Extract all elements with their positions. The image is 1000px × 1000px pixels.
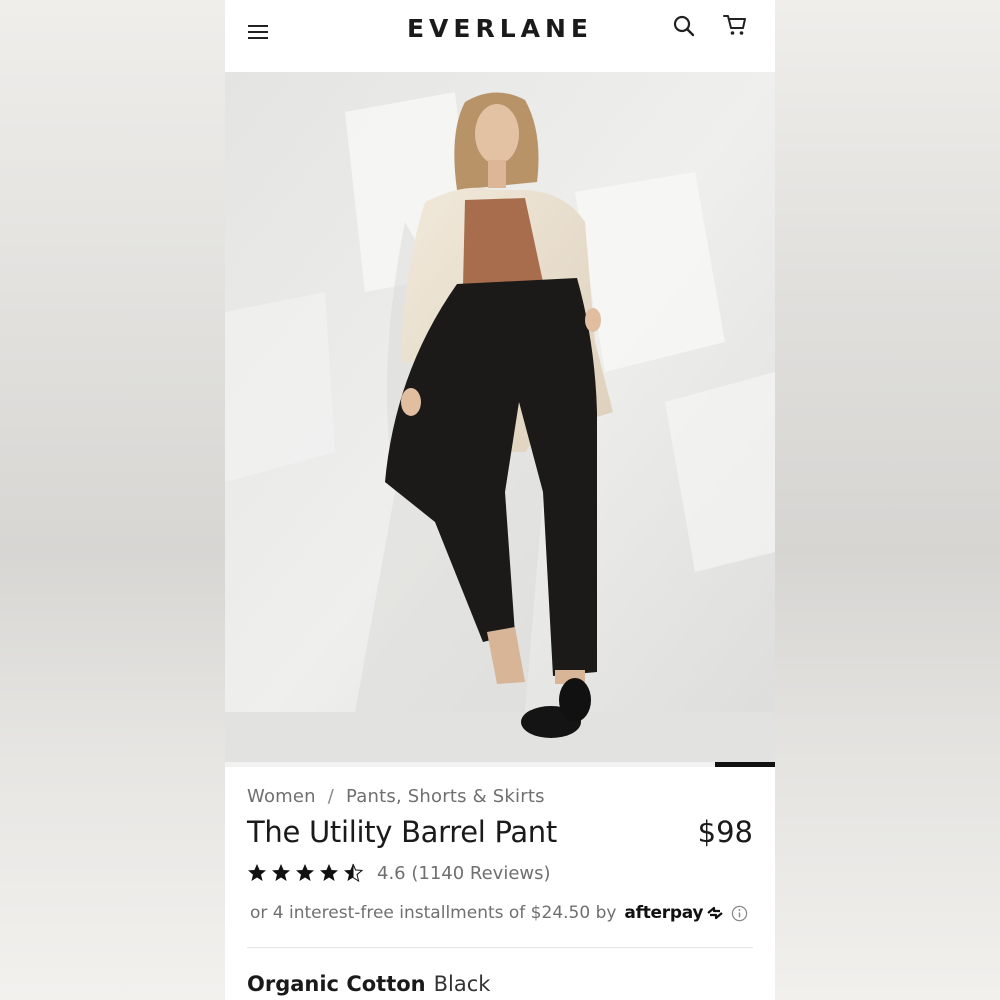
material-row: Organic Cotton Black <box>247 972 490 996</box>
star-icon <box>320 864 338 881</box>
star-rating <box>247 863 363 883</box>
breadcrumb-separator: / <box>327 786 335 807</box>
breadcrumb: Women / Pants, Shorts & Skirts <box>247 786 545 807</box>
product-image[interactable] <box>225 72 775 762</box>
rating-summary[interactable]: 4.6 (1140 Reviews) <box>377 863 551 884</box>
installments-row: or 4 interest-free installments of $24.5… <box>250 903 748 923</box>
breadcrumb-pants-shorts-skirts[interactable]: Pants, Shorts & Skirts <box>346 786 545 807</box>
product-info: Women / Pants, Shorts & Skirts The Utility… <box>225 767 775 1000</box>
star-icon <box>248 864 266 881</box>
afterpay-arrow-icon <box>707 906 723 920</box>
search-icon[interactable] <box>672 14 696 38</box>
cart-icon[interactable] <box>722 12 748 38</box>
page-backdrop-right <box>775 0 1000 1000</box>
material-label: Organic Cotton <box>247 972 426 996</box>
info-icon[interactable] <box>731 905 748 922</box>
selected-color: Black <box>433 972 491 996</box>
star-icon <box>272 864 290 881</box>
product-price: $98 <box>697 815 753 849</box>
breadcrumb-women[interactable]: Women <box>247 786 316 807</box>
divider <box>247 947 753 948</box>
product-title: The Utility Barrel Pant <box>247 815 557 849</box>
site-header: EVERLANE <box>225 0 775 72</box>
afterpay-logo: afterpay <box>624 903 704 923</box>
product-photo-illustration <box>225 72 775 762</box>
half-star-icon <box>344 863 363 883</box>
page-backdrop-left <box>0 0 225 1000</box>
rating-row[interactable]: 4.6 (1140 Reviews) <box>247 861 551 885</box>
installments-text: or 4 interest-free installments of $24.5… <box>250 903 617 923</box>
mobile-viewport: EVERLANE Women / Pants, Shorts & Skirts … <box>225 0 775 1000</box>
star-icon <box>296 864 314 881</box>
